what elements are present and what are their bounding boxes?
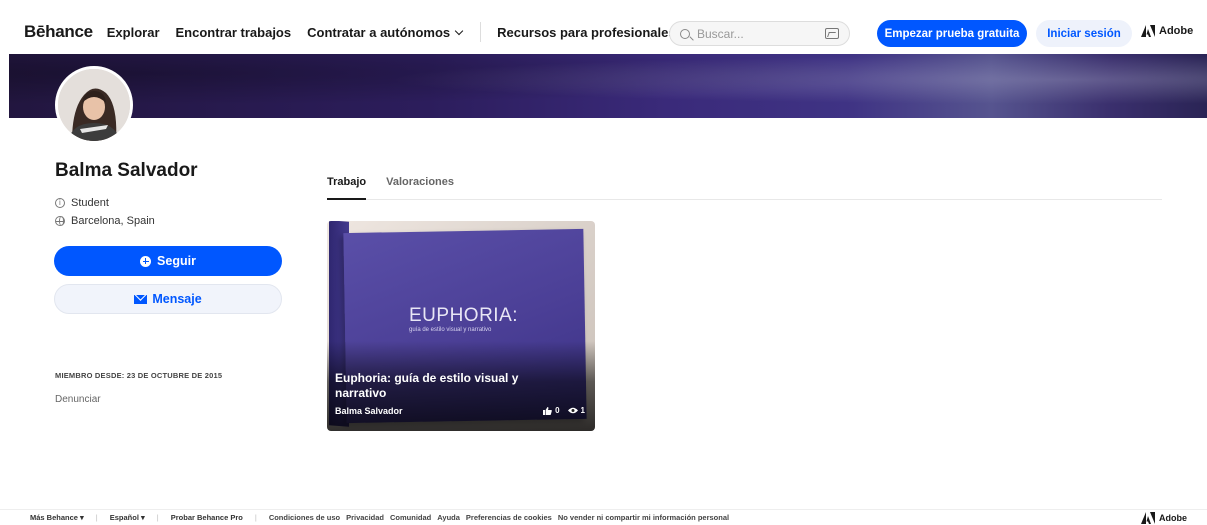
footer-separator: |	[95, 513, 98, 522]
adobe-label: Adobe	[1159, 25, 1194, 37]
search-input[interactable]	[697, 26, 825, 41]
mail-icon	[134, 294, 148, 304]
globe-icon	[55, 216, 65, 226]
nav-hire-freelancers-label: Contratar a autónomos	[307, 24, 451, 40]
nav-find-jobs[interactable]: Encontrar trabajos	[176, 25, 292, 40]
project-owner[interactable]: Balma Salvador	[335, 406, 403, 416]
message-button-label: Mensaje	[152, 292, 202, 306]
footer-language-label: Español	[109, 513, 139, 522]
tab-work[interactable]: Trabajo	[327, 176, 367, 200]
report-link[interactable]: Denunciar	[55, 394, 101, 405]
footer-help[interactable]: Ayuda	[437, 513, 460, 522]
avatar-photo	[58, 69, 130, 141]
avatar[interactable]	[55, 66, 133, 144]
adobe-logo-icon	[1141, 512, 1155, 524]
search-bar[interactable]	[669, 21, 850, 46]
profile-name: Balma Salvador	[55, 160, 198, 181]
footer-privacy[interactable]: Privacidad	[346, 513, 384, 522]
message-button[interactable]: Mensaje	[54, 284, 282, 314]
footer-do-not-sell[interactable]: No vender ni compartir mi información pe…	[558, 513, 729, 522]
tab-appreciations[interactable]: Valoraciones	[386, 176, 454, 199]
footer-language[interactable]: Español ▾	[110, 513, 145, 522]
thumbs-up-icon	[543, 406, 552, 415]
nav-resources[interactable]: Recursos para profesionales	[497, 24, 689, 40]
location-text: Barcelona, Spain	[71, 215, 155, 227]
follow-button-label: Seguir	[157, 254, 196, 268]
footer-more-behance-label: Más Behance	[30, 513, 78, 522]
location-row: Barcelona, Spain	[55, 215, 155, 227]
views-count: 1	[580, 406, 585, 415]
nav-divider	[480, 22, 482, 42]
footer-adobe-label: Adobe	[1159, 513, 1187, 523]
cover-subtitle: guía de estilo visual y narrativo	[409, 327, 492, 333]
occupation-text: Student	[71, 197, 109, 209]
image-search-icon[interactable]	[825, 28, 839, 39]
plus-circle-icon	[140, 255, 152, 267]
footer: Más Behance ▾ | Español ▾ | Probar Behan…	[0, 509, 1207, 525]
footer-community[interactable]: Comunidad	[390, 513, 431, 522]
project-title[interactable]: Euphoria: guía de estilo visual y narrat…	[335, 371, 535, 401]
search-icon	[680, 28, 690, 39]
login-button[interactable]: Iniciar sesión	[1036, 20, 1132, 47]
project-stats: 0 1	[543, 406, 585, 415]
occupation-row: Student	[55, 197, 109, 209]
follow-button[interactable]: Seguir	[54, 246, 282, 276]
info-icon	[55, 198, 65, 208]
adobe-logo-icon	[1141, 25, 1155, 37]
member-since: MIEMBRO DESDE: 23 DE OCTUBRE DE 2015	[55, 371, 223, 380]
nav-explore[interactable]: Explorar	[107, 25, 160, 40]
footer-separator: |	[156, 513, 159, 522]
profile-banner	[9, 54, 1207, 118]
footer-adobe-link[interactable]: Adobe	[1141, 512, 1187, 524]
footer-cookies[interactable]: Preferencias de cookies	[466, 513, 552, 522]
adobe-link[interactable]: Adobe	[1141, 25, 1193, 37]
project-card[interactable]: EUPHORIA: guía de estilo visual y narrat…	[327, 221, 595, 431]
likes-count: 0	[555, 406, 560, 415]
behance-logo[interactable]: Bēhance	[24, 22, 93, 42]
nav-hire-freelancers[interactable]: Contratar a autónomos	[307, 24, 464, 40]
eye-icon	[567, 407, 578, 414]
chevron-down-icon	[454, 26, 464, 35]
footer-terms[interactable]: Condiciones de uso	[269, 513, 340, 522]
footer-separator: |	[254, 513, 257, 522]
footer-try-pro[interactable]: Probar Behance Pro	[171, 513, 243, 522]
start-trial-button[interactable]: Empezar prueba gratuita	[877, 20, 1027, 47]
footer-more-behance[interactable]: Más Behance ▾	[30, 513, 84, 522]
cover-title: EUPHORIA:	[409, 305, 519, 326]
profile-tabs: Trabajo Valoraciones	[327, 176, 1162, 200]
nav-resources-label: Recursos para profesionales	[497, 24, 676, 40]
